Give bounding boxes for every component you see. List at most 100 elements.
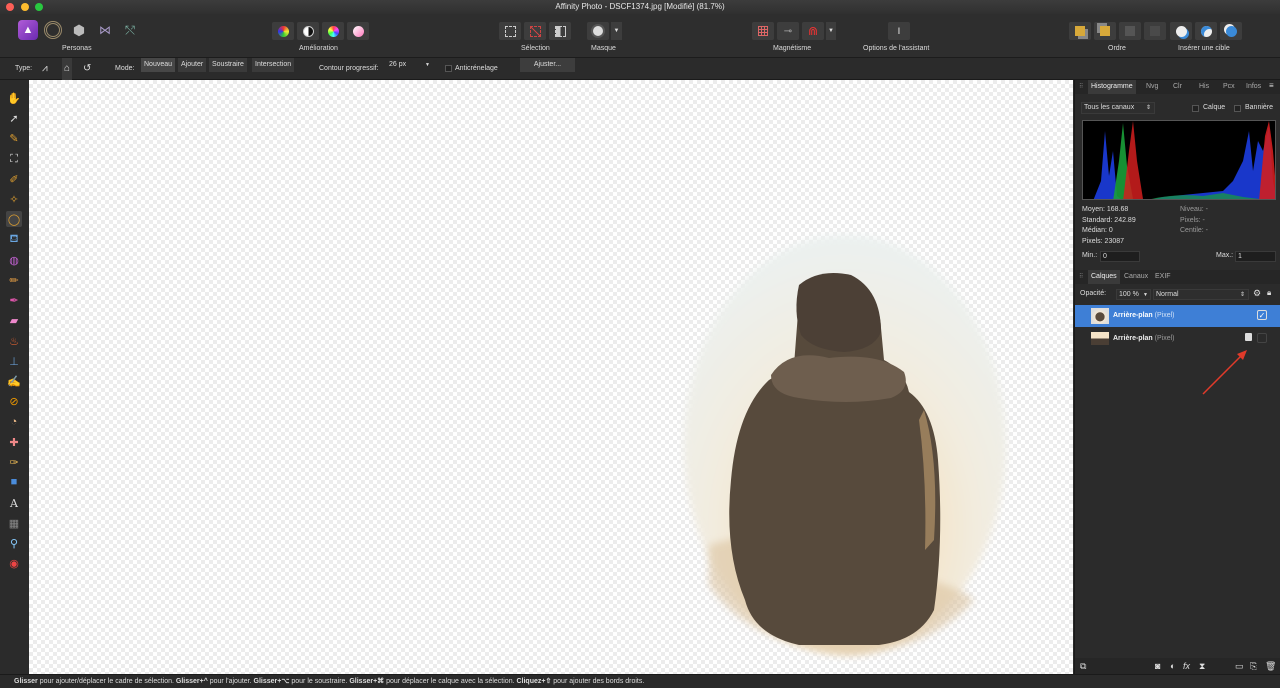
healing-tool-icon[interactable]: ✚ (6, 434, 22, 450)
mode-intersect-button[interactable]: Intersection (252, 58, 295, 72)
adjustment-icon[interactable]: ◐ (1170, 658, 1175, 674)
auto-contrast-icon[interactable] (297, 22, 319, 40)
mask-icon[interactable] (587, 22, 609, 40)
move-forward-one-icon[interactable] (1119, 22, 1141, 40)
liquify-tool-icon[interactable]: ⊘ (6, 393, 22, 409)
gradient-tool-icon[interactable]: ◍ (6, 252, 22, 268)
mesh-warp-tool-icon[interactable]: ▦ (6, 515, 22, 531)
snap-grid-icon[interactable] (752, 22, 774, 40)
insert-behind-icon[interactable] (1220, 22, 1242, 40)
feather-chevron-down-icon[interactable]: ▼ (425, 58, 430, 72)
new-group-icon[interactable]: ▭ (1235, 658, 1244, 674)
red-eye-tool-icon[interactable]: ◉ (6, 555, 22, 571)
fx-icon[interactable]: fx (1183, 658, 1190, 674)
move-to-front-icon[interactable] (1144, 22, 1166, 40)
layer-row-selected[interactable]: Arrière-plan (Pixel) ✓ (1075, 305, 1280, 327)
zoom-window-button[interactable] (35, 3, 43, 11)
color-picker-tool-icon[interactable]: ✎ (6, 130, 22, 146)
add-mask-icon[interactable]: ◙ (1155, 658, 1160, 674)
auto-levels-icon[interactable] (272, 22, 294, 40)
invert-selection-icon[interactable] (549, 22, 571, 40)
opacity-input[interactable]: 100 % ▼ (1116, 289, 1151, 300)
assistant-icon[interactable]: ⏽ (888, 22, 910, 40)
liquify-persona-icon[interactable] (44, 21, 62, 39)
tab-infos[interactable]: Infos (1246, 80, 1261, 94)
polygonal-type-icon[interactable]: ⌂ (62, 58, 73, 80)
freehand-selection-tool-icon[interactable]: ◯ (6, 211, 22, 227)
move-to-back-icon[interactable] (1069, 22, 1091, 40)
tab-calques[interactable]: Calques (1088, 270, 1120, 284)
tab-histogramme[interactable]: Histogramme (1088, 80, 1136, 94)
magnetic-type-icon[interactable]: ↺ (83, 58, 91, 80)
insert-inside-icon[interactable] (1195, 22, 1217, 40)
select-all-icon[interactable] (499, 22, 521, 40)
shape-tool-icon[interactable]: ■ (6, 474, 22, 490)
calque-checkbox[interactable] (1192, 105, 1199, 112)
mask-dropdown-chevron-down-icon[interactable]: ▼ (611, 22, 622, 40)
blend-chevron-icon: ⇕ (1239, 292, 1245, 298)
layer-settings-gear-icon[interactable]: ⚙ (1253, 288, 1261, 299)
tab-his[interactable]: His (1199, 80, 1209, 94)
tab-clr[interactable]: Clr (1173, 80, 1182, 94)
photo-persona-icon[interactable]: ▲ (18, 20, 38, 40)
color-replacement-tool-icon[interactable]: ✒ (6, 292, 22, 308)
mode-new-button[interactable]: Nouveau (141, 58, 176, 72)
new-layer-icon[interactable]: ⎘ (1250, 658, 1257, 674)
move-tool-icon[interactable]: ➚ (6, 110, 22, 126)
delete-layer-icon[interactable]: 🗑︎ (1265, 658, 1276, 674)
magnet-icon[interactable]: ⋒ (802, 22, 824, 40)
clone-tool-icon[interactable]: ⊥ (6, 353, 22, 369)
blend-mode-select[interactable]: Normal ⇕ (1153, 289, 1249, 300)
crop-tool-icon[interactable]: ⛶ (6, 151, 22, 167)
auto-white-balance-icon[interactable] (347, 22, 369, 40)
smudge-tool-icon[interactable]: ✍ (6, 373, 22, 389)
antialias-checkbox[interactable] (445, 65, 452, 72)
pen-tool-icon[interactable]: ✑ (6, 454, 22, 470)
mode-subtract-button[interactable]: Soustraire (209, 58, 247, 72)
layers-stack-icon[interactable]: ⧉ (1080, 658, 1086, 674)
auto-colors-icon[interactable] (322, 22, 344, 40)
banniere-checkbox[interactable] (1234, 105, 1241, 112)
flood-fill-tool-icon[interactable]: ⛾ (6, 232, 22, 248)
text-tool-icon[interactable]: A (6, 495, 22, 511)
minimize-window-button[interactable] (21, 3, 29, 11)
channel-select[interactable]: Tous les canaux ⇕ (1081, 102, 1155, 114)
hand-tool-icon[interactable]: ✋ (6, 90, 22, 106)
close-window-button[interactable] (6, 3, 14, 11)
mode-add-button[interactable]: Ajouter (178, 58, 207, 72)
paint-brush-tool-icon[interactable]: ✏ (6, 272, 22, 288)
erase-brush-tool-icon[interactable]: ▰ (6, 312, 22, 328)
tab-pcx[interactable]: Pcx (1223, 80, 1235, 94)
adjust-button[interactable]: Ajuster... (520, 58, 575, 72)
layer-visibility-checkbox[interactable]: ✓ (1257, 310, 1267, 320)
flood-select-tool-icon[interactable]: ✧ (6, 191, 22, 207)
dodge-burn-tool-icon[interactable]: ♨ (6, 333, 22, 349)
document-canvas[interactable] (29, 80, 1073, 674)
layer-lock-icon[interactable]: 🔒︎ (1267, 288, 1271, 298)
max-input[interactable]: 1 (1235, 251, 1276, 262)
layer-visibility-checkbox[interactable] (1257, 333, 1267, 343)
tab-canaux[interactable]: Canaux (1124, 270, 1148, 284)
zoom-tool-icon[interactable]: ⚲ (6, 535, 22, 551)
deselect-icon[interactable] (524, 22, 546, 40)
freehand-type-icon[interactable]: ⩘ (42, 58, 48, 80)
export-persona-icon[interactable]: ⤲ (121, 21, 139, 39)
develop-persona-icon[interactable]: ⬢ (70, 21, 88, 39)
insert-top-icon[interactable] (1170, 22, 1192, 40)
blur-tool-icon[interactable]: ◔ (6, 414, 22, 430)
live-filter-icon[interactable]: ⧗ (1199, 658, 1205, 674)
selection-brush-tool-icon[interactable]: ✐ (6, 171, 22, 187)
tone-mapping-persona-icon[interactable]: ⋈ (96, 21, 114, 39)
banniere-label: Bannière (1245, 104, 1274, 111)
min-input[interactable]: 0 (1100, 251, 1140, 262)
panel-grip-icon[interactable]: ⠿ (1079, 83, 1083, 90)
feather-input[interactable]: 26 px ▼ (386, 58, 432, 72)
lock-icon[interactable] (1245, 333, 1252, 341)
layers-grip-icon[interactable]: ⠿ (1079, 273, 1083, 280)
snap-geometry-icon[interactable]: ⊸ (777, 22, 799, 40)
move-back-one-icon[interactable] (1094, 22, 1116, 40)
snap-dropdown-chevron-down-icon[interactable]: ▼ (826, 22, 836, 40)
tab-nvg[interactable]: Nvg (1146, 80, 1158, 94)
tab-exif[interactable]: EXIF (1155, 270, 1171, 284)
panel-menu-icon[interactable]: ≡ (1269, 81, 1274, 90)
